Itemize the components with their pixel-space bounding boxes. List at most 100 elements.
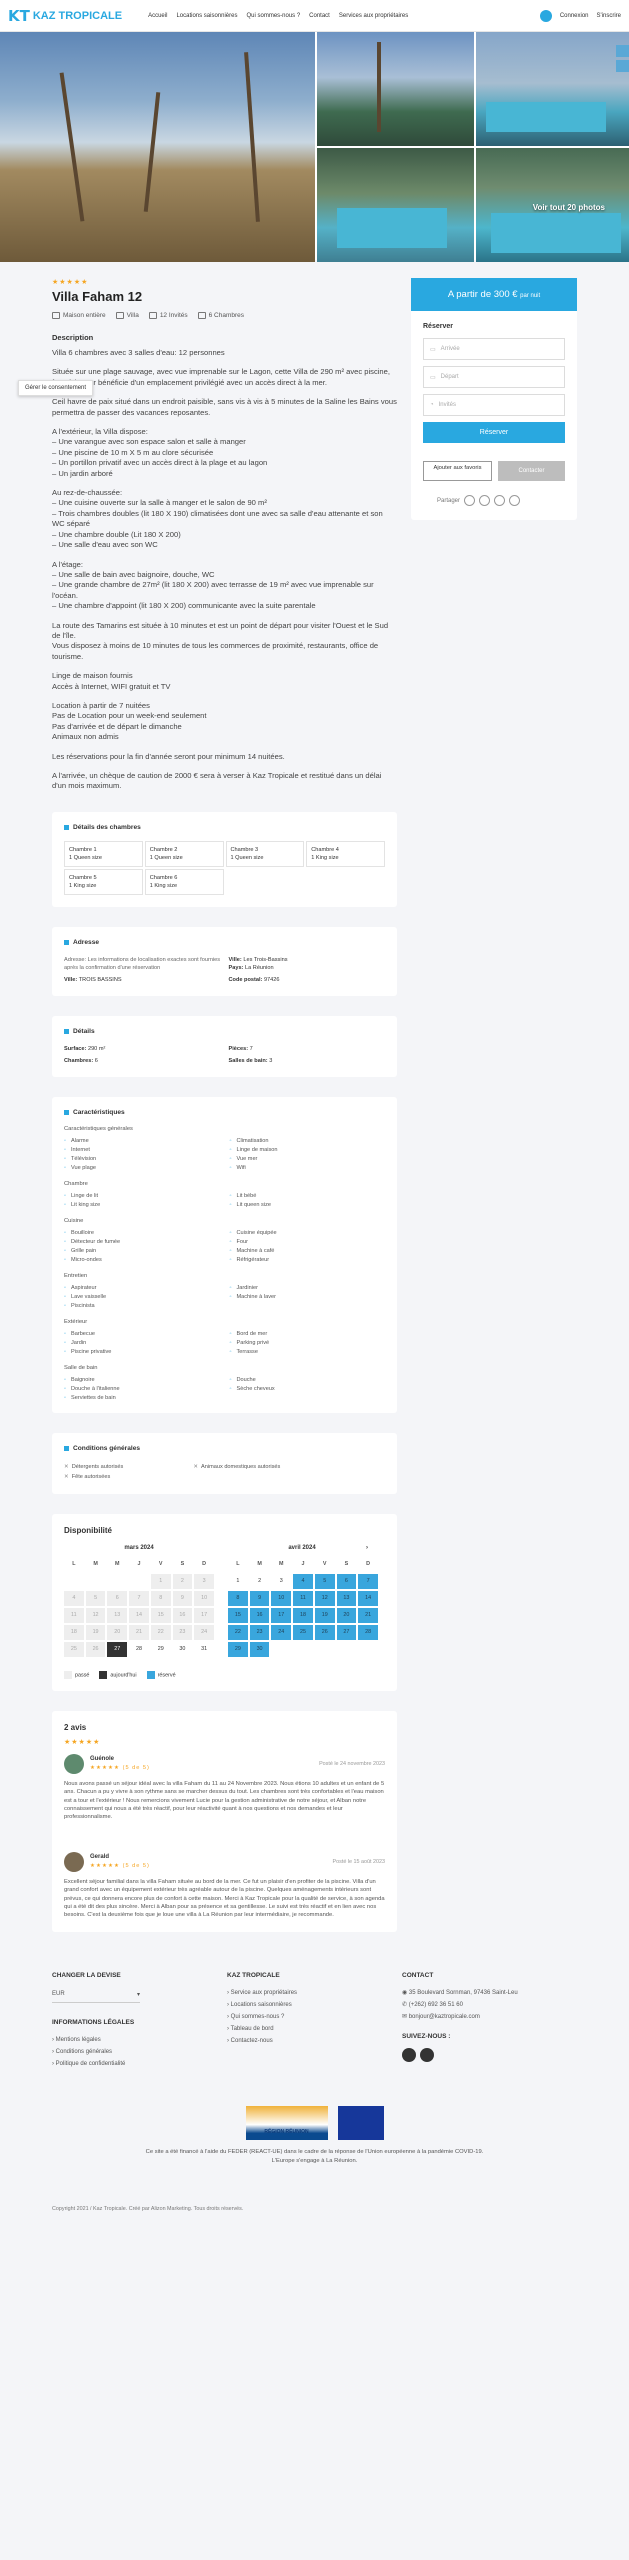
gallery-photo-2[interactable] xyxy=(317,32,474,146)
footer-link[interactable]: › Contactez-nous xyxy=(227,2035,402,2047)
instagram-icon[interactable] xyxy=(616,60,629,72)
calendar-day: 15 xyxy=(150,1607,171,1623)
calendar-day: 29 xyxy=(228,1641,248,1657)
feature-item: Internet xyxy=(64,1147,220,1153)
feature-item: Lit bébé xyxy=(230,1193,386,1199)
footer-link[interactable]: › Mentions légales xyxy=(52,2034,227,2046)
footer-link[interactable]: › Politique de confidentialité xyxy=(52,2058,227,2070)
feature-item: Linge de lit xyxy=(64,1193,220,1199)
photo-gallery: Voir tout 20 photos xyxy=(0,32,629,262)
feature-item: Linge de maison xyxy=(230,1147,386,1153)
chevron-down-icon: ▾ xyxy=(136,1991,140,1998)
feature-item: Lit queen size xyxy=(230,1202,386,1208)
nav-contact[interactable]: Contact xyxy=(309,13,330,19)
reserve-button[interactable]: Réserver xyxy=(423,422,565,443)
section-marker-icon xyxy=(64,1028,69,1034)
nav-accueil[interactable]: Accueil xyxy=(148,13,167,19)
meta-bedrooms: 6 Chambres xyxy=(208,312,245,319)
site-logo[interactable]: KT KAZ TROPICALE xyxy=(8,7,122,25)
gallery-photo-3[interactable] xyxy=(476,32,629,146)
house-icon xyxy=(52,312,60,319)
currency-select[interactable]: EUR ▾ xyxy=(52,1987,140,2003)
copyright-text: Copyright 2021 / Kaz Tropicale. Créé par… xyxy=(52,2205,244,2212)
section-marker-icon xyxy=(64,1109,69,1115)
calendar-day: 17 xyxy=(271,1607,292,1623)
nav-services[interactable]: Services aux propriétaires xyxy=(339,13,408,19)
email-icon[interactable] xyxy=(494,495,506,506)
arrival-field[interactable]: ▭ Arrivée xyxy=(423,338,565,360)
weekday-label: S xyxy=(180,1561,185,1568)
add-favorites-button[interactable]: Ajouter aux favoris xyxy=(423,461,492,481)
feature-item: Piscine privative xyxy=(64,1349,220,1355)
currency-badge-icon[interactable] xyxy=(539,9,552,22)
calendar-day: 18 xyxy=(64,1624,84,1640)
footer-link[interactable]: › Service aux propriétaires xyxy=(227,1987,402,1999)
feature-item: Piscinista xyxy=(64,1303,220,1309)
weekday-label: L xyxy=(236,1561,240,1568)
conditions-card: Conditions générales ✕ Détergents autoris… xyxy=(52,1432,397,1494)
footer-link[interactable]: › Conditions générales xyxy=(52,2046,227,2058)
main-nav: Accueil Locations saisonnières Qui somme… xyxy=(148,13,408,19)
reviews-heading: 2 avis xyxy=(64,1722,87,1732)
calendar-day[interactable]: 2 xyxy=(249,1573,270,1589)
departure-field[interactable]: ▭ Départ xyxy=(423,366,565,388)
footer-link[interactable]: › Qui sommes-nous ? xyxy=(227,2011,402,2023)
description-paragraph: Location à partir de 7 nuitées Pas de Lo… xyxy=(52,700,207,742)
calendar-day[interactable]: 30 xyxy=(172,1641,193,1657)
weekday-label: V xyxy=(158,1561,163,1568)
pinterest-icon[interactable] xyxy=(509,495,521,506)
twitter-icon[interactable] xyxy=(464,495,476,506)
connexion-link[interactable]: Connexion xyxy=(560,13,589,19)
inscription-link[interactable]: S'inscrire xyxy=(597,13,621,19)
calendar-day[interactable]: 31 xyxy=(194,1641,214,1657)
feature-item: Four xyxy=(230,1239,386,1245)
calendar-day: 7 xyxy=(358,1573,378,1589)
feature-item: Wifi xyxy=(230,1165,386,1171)
calendar-day: 27 xyxy=(336,1624,357,1640)
calendar-day: 30 xyxy=(249,1641,270,1657)
description-paragraph: A l'extérieur, la Villa dispose: – Une v… xyxy=(52,427,268,478)
calendar-day: 14 xyxy=(129,1607,149,1623)
calendar-day[interactable]: 1 xyxy=(228,1573,248,1589)
calendar-april: avril 2024 › LMMJVSD 1 2 3 4 5 6 7 8 9 10 11 12 13 14 1… xyxy=(228,1545,378,1659)
footer-link[interactable]: › Tableau de bord xyxy=(227,2023,402,2035)
feature-group-title: Cuisine xyxy=(64,1217,84,1224)
feature-group-title: Chambre xyxy=(64,1180,88,1187)
see-all-photos-link[interactable]: Voir tout 20 photos xyxy=(533,203,605,212)
calendar-day: 23 xyxy=(249,1624,270,1640)
gallery-main-photo[interactable] xyxy=(0,32,315,262)
share-bar: Partager xyxy=(423,495,565,506)
instagram-icon[interactable] xyxy=(420,2047,434,2062)
next-month-icon[interactable]: › xyxy=(366,1545,368,1551)
villa-icon xyxy=(115,312,124,319)
meta-category: Villa xyxy=(126,312,139,319)
nav-locations[interactable]: Locations saisonnières xyxy=(176,13,237,19)
x-icon: ✕ xyxy=(64,1463,69,1470)
weekday-label: V xyxy=(322,1561,327,1568)
calendar-day: 22 xyxy=(228,1624,248,1640)
calendar-day: 25 xyxy=(64,1641,84,1657)
weekday-label: M xyxy=(93,1561,98,1568)
gallery-photo-4[interactable] xyxy=(317,148,474,262)
facebook-icon[interactable] xyxy=(479,495,491,506)
nav-qui-sommes-nous[interactable]: Qui sommes-nous ? xyxy=(246,13,300,19)
calendar-day[interactable]: 3 xyxy=(271,1573,292,1589)
description-heading: Description xyxy=(52,333,94,342)
facebook-icon[interactable] xyxy=(616,45,629,57)
calendar-day[interactable]: 29 xyxy=(150,1641,171,1657)
calendar-day: 28 xyxy=(358,1624,378,1640)
guests-field[interactable]: ◔ Invités xyxy=(423,394,565,416)
calendar-day[interactable]: 28 xyxy=(129,1641,149,1657)
facebook-icon[interactable] xyxy=(402,2047,416,2062)
contact-button[interactable]: Contacter xyxy=(498,461,565,481)
footer-link[interactable]: › Locations saisonnières xyxy=(227,1999,402,2011)
room-item: Chambre 31 Queen size xyxy=(225,840,305,867)
rooms-card: Détails des chambres Chambre 11 Queen si… xyxy=(52,811,397,907)
page-title: Villa Faham 12 xyxy=(52,289,143,304)
property-meta: Maison entière Villa 12 Invités 6 Chambr… xyxy=(52,312,397,319)
address-note: Adresse: Les informations de localisatio… xyxy=(64,956,221,971)
calendar-day: 17 xyxy=(194,1607,214,1623)
calendar-day: 13 xyxy=(336,1590,357,1606)
calendar-day: 18 xyxy=(293,1607,313,1623)
consent-button[interactable]: Gérer le consentement xyxy=(18,380,94,396)
